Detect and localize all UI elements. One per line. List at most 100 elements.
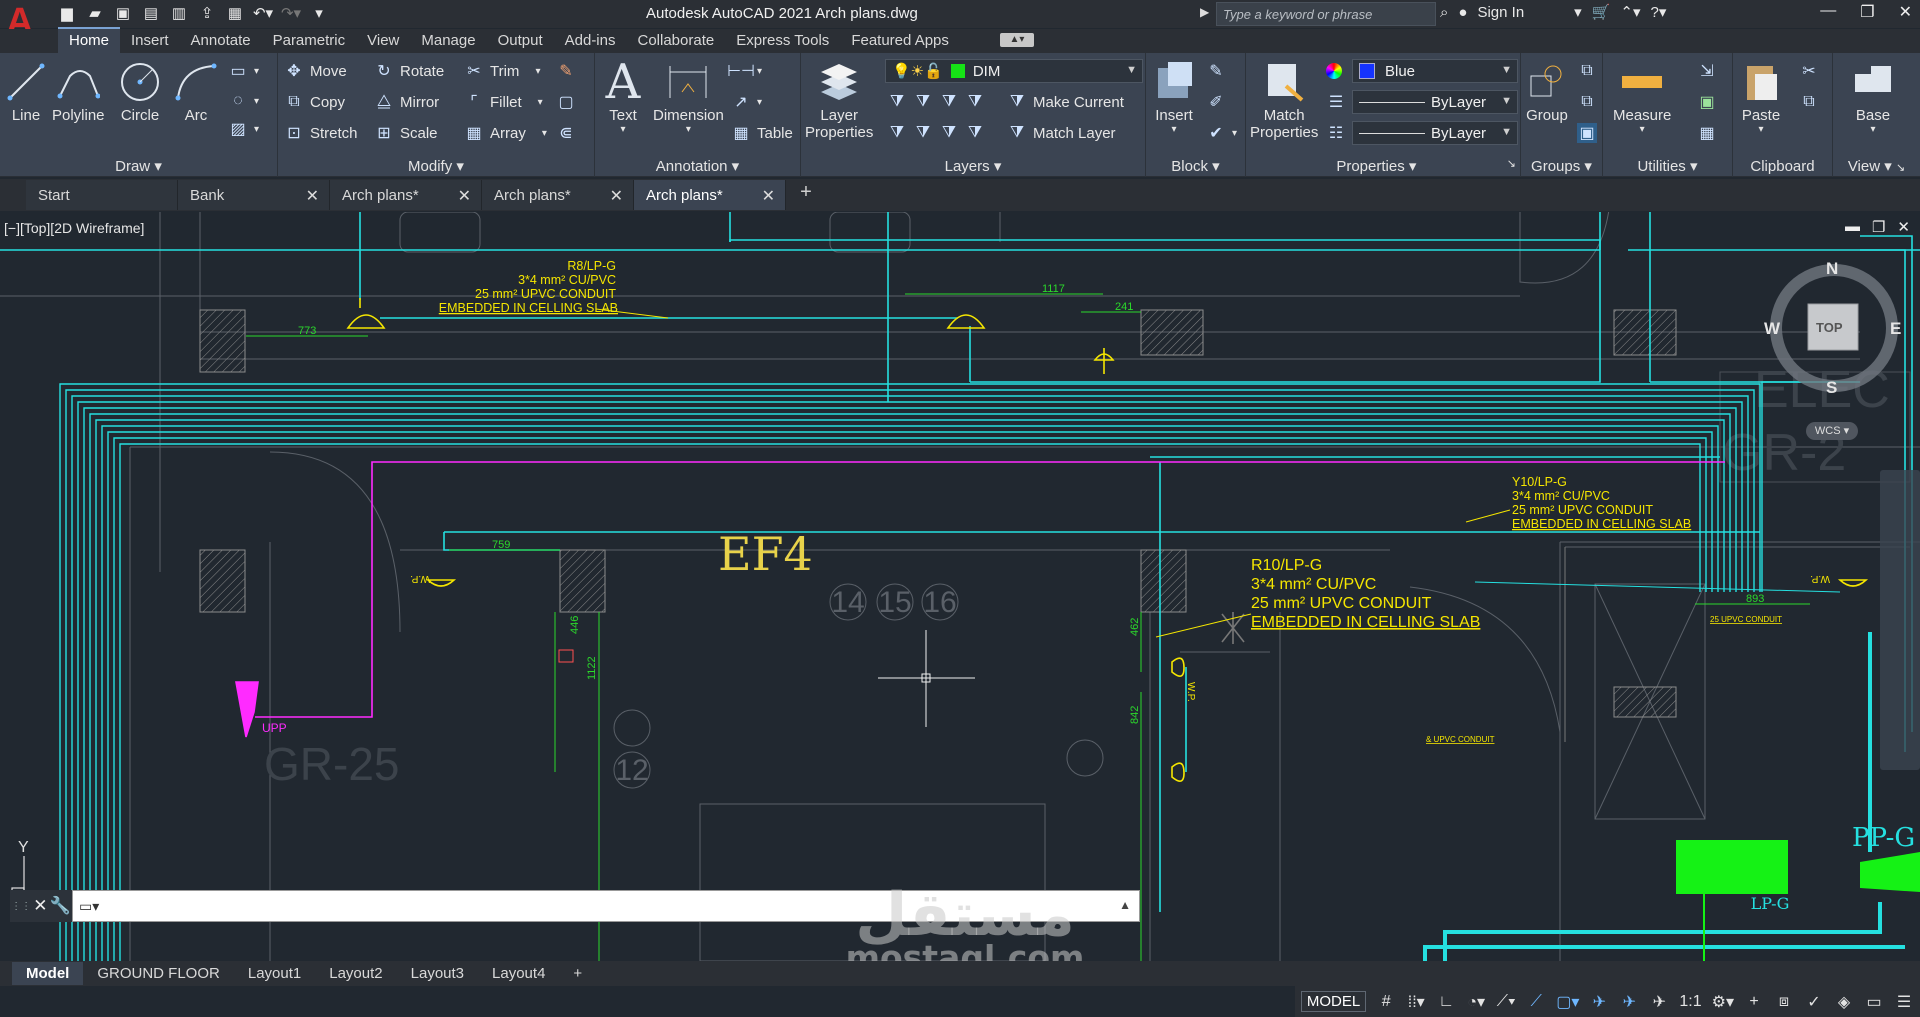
viewport-close-icon[interactable]: ✕ bbox=[1897, 218, 1910, 236]
calculator-icon[interactable]: ▦ bbox=[1697, 121, 1717, 145]
tab-collaborate[interactable]: Collaborate bbox=[626, 29, 725, 53]
web-open-icon[interactable]: ▥ bbox=[168, 3, 190, 23]
ribbon-minimize-icon[interactable]: ▲▾ bbox=[1000, 33, 1034, 47]
line-button[interactable]: Line bbox=[2, 57, 50, 124]
doc-tab-arch-plans-2[interactable]: Arch plans* ✕ bbox=[482, 180, 634, 210]
color-dropdown[interactable]: Blue ▼ bbox=[1352, 59, 1518, 83]
open-icon[interactable]: ▰ bbox=[84, 3, 106, 23]
group-edit-icon[interactable]: ⧉ bbox=[1577, 90, 1597, 114]
tab-home[interactable]: Home bbox=[58, 27, 121, 53]
select-all-icon[interactable]: ▣ bbox=[1697, 90, 1717, 114]
insert-button[interactable]: Insert ▾ bbox=[1150, 57, 1198, 135]
paste-button[interactable]: Paste ▾ bbox=[1737, 57, 1785, 135]
search-icon[interactable]: ⌕ bbox=[1440, 4, 1448, 21]
tab-featured-apps[interactable]: Featured Apps bbox=[840, 29, 960, 53]
ortho-icon[interactable]: ∟ bbox=[1436, 990, 1456, 1014]
layout-tab-layout1[interactable]: Layout1 bbox=[234, 962, 315, 985]
autodesk-app-icon[interactable]: ⌃▾ bbox=[1620, 3, 1640, 21]
tab-add-ins[interactable]: Add-ins bbox=[554, 29, 627, 53]
array-button[interactable]: ▦ Array ▾ bbox=[464, 121, 546, 145]
tab-output[interactable]: Output bbox=[487, 29, 554, 53]
isodraft-icon[interactable]: ⟋▾ bbox=[1496, 990, 1516, 1014]
quick-select-icon[interactable]: ⇲ bbox=[1697, 59, 1717, 83]
color-wheel-icon[interactable] bbox=[1326, 59, 1342, 83]
panel-groups-title[interactable]: Groups ▾ bbox=[1521, 157, 1602, 175]
snap-icon[interactable]: ⁞⁞▾ bbox=[1406, 990, 1426, 1014]
copy-button[interactable]: ⧉ Copy bbox=[284, 90, 345, 114]
layer-tools-row2-icon[interactable]: ⧩ ⧩ ⧩ ⧩ bbox=[887, 121, 985, 145]
close-tab-icon[interactable]: ✕ bbox=[762, 186, 775, 206]
close-tab-icon[interactable]: ✕ bbox=[306, 186, 319, 206]
tab-annotate[interactable]: Annotate bbox=[180, 29, 262, 53]
isolate-icon[interactable]: ◈ bbox=[1834, 990, 1854, 1014]
tab-parametric[interactable]: Parametric bbox=[262, 29, 357, 53]
panel-clipboard-title[interactable]: Clipboard bbox=[1733, 158, 1832, 175]
auto-scale-icon[interactable]: ✈ bbox=[1619, 990, 1639, 1014]
user-icon[interactable]: ● bbox=[1458, 4, 1467, 21]
tab-manage[interactable]: Manage bbox=[410, 29, 486, 53]
rectangle-icon[interactable]: ▭ ▾ bbox=[228, 59, 259, 83]
table-button[interactable]: ▦ Table bbox=[731, 121, 792, 145]
panel-utilities-title[interactable]: Utilities ▾ bbox=[1603, 157, 1732, 175]
publish-icon[interactable]: ⇪ bbox=[196, 3, 218, 23]
wcs-menu[interactable]: WCS ▾ bbox=[1806, 422, 1858, 440]
sign-in-dropdown-icon[interactable]: ▾ bbox=[1574, 3, 1582, 21]
viewport-restore-icon[interactable]: ❐ bbox=[1872, 218, 1885, 236]
command-close-icon[interactable]: ✕ bbox=[33, 896, 47, 916]
make-current-button[interactable]: ⧩ Make Current bbox=[1007, 90, 1124, 114]
doc-tab-arch-plans-1[interactable]: Arch plans* ✕ bbox=[330, 180, 482, 210]
copy-clip-icon[interactable]: ⧉ bbox=[1799, 90, 1819, 114]
linetype-icon[interactable]: ☷ bbox=[1326, 121, 1346, 145]
annotation-scale-value[interactable]: 1:1 bbox=[1679, 990, 1701, 1014]
panel-view-title[interactable]: View ▾ ↘ bbox=[1833, 157, 1920, 175]
saveas-icon[interactable]: ▤ bbox=[140, 3, 162, 23]
layout-tab-ground-floor[interactable]: GROUND FLOOR bbox=[83, 962, 234, 985]
clean-screen-icon[interactable]: ▭ bbox=[1864, 990, 1884, 1014]
tab-insert[interactable]: Insert bbox=[120, 29, 180, 53]
close-icon[interactable]: ✕ bbox=[1899, 2, 1912, 22]
plot-icon[interactable]: ▦ bbox=[224, 3, 246, 23]
customize-status-icon[interactable]: ☰ bbox=[1894, 990, 1914, 1014]
command-prompt-icon[interactable]: ▭▾ bbox=[79, 898, 99, 915]
units-icon[interactable]: ⧈ bbox=[1774, 990, 1794, 1014]
ungroup-icon[interactable]: ⧉ bbox=[1577, 59, 1597, 83]
quick-properties-icon[interactable]: ✓ bbox=[1804, 990, 1824, 1014]
group-select-icon[interactable]: ▣ bbox=[1577, 121, 1597, 145]
viewcube-east[interactable]: E bbox=[1890, 319, 1901, 339]
panel-block-title[interactable]: Block ▾ bbox=[1146, 157, 1245, 175]
close-tab-icon[interactable]: ✕ bbox=[458, 186, 471, 206]
command-drag-handle-icon[interactable]: ⋮⋮ bbox=[11, 901, 31, 912]
circle-button[interactable]: Circle bbox=[116, 57, 164, 124]
erase-icon[interactable]: ✎ bbox=[556, 59, 576, 83]
layer-tools-row1-icon[interactable]: ⧩ ⧩ ⧩ ⧩ bbox=[887, 90, 985, 114]
mirror-button[interactable]: ⧋ Mirror bbox=[374, 90, 439, 114]
panel-annotation-title[interactable]: Annotation ▾ bbox=[595, 157, 800, 175]
annotation-monitor-icon[interactable]: + bbox=[1744, 990, 1764, 1014]
stretch-button[interactable]: ⊡ Stretch bbox=[284, 121, 357, 145]
command-history-icon[interactable]: ▲ bbox=[1119, 898, 1131, 912]
doc-tab-arch-plans-active[interactable]: Arch plans* ✕ bbox=[634, 180, 786, 210]
close-tab-icon[interactable]: ✕ bbox=[610, 186, 623, 206]
new-tab-icon[interactable]: + bbox=[786, 179, 826, 209]
doc-tab-start[interactable]: Start bbox=[26, 180, 178, 210]
rotate-button[interactable]: ↻ Rotate bbox=[374, 59, 444, 83]
panel-draw-title[interactable]: Draw ▾ bbox=[0, 157, 277, 175]
base-button[interactable]: Base ▾ bbox=[1849, 57, 1897, 135]
linetype-dropdown[interactable]: ByLayer ▼ bbox=[1352, 90, 1518, 114]
scale-button[interactable]: ⊞ Scale bbox=[374, 121, 437, 145]
drawing-canvas[interactable]: 14 15 16 12 ELEC GR-2 GR-25 773 1117 241… bbox=[0, 212, 1920, 961]
lineweight-dropdown[interactable]: ByLayer ▼ bbox=[1352, 121, 1518, 145]
layout-tab-layout2[interactable]: Layout2 bbox=[315, 962, 396, 985]
layer-properties-button[interactable]: Layer Properties bbox=[805, 57, 873, 141]
object-snap-tracking-icon[interactable]: ⟋ bbox=[1526, 990, 1546, 1014]
cut-icon[interactable]: ✂ bbox=[1799, 59, 1819, 83]
explode-icon[interactable]: ▢ bbox=[556, 90, 576, 114]
command-customize-icon[interactable]: 🔧 bbox=[50, 896, 71, 916]
offset-icon[interactable]: ⋐ bbox=[556, 121, 576, 145]
panel-layers-title[interactable]: Layers ▾ bbox=[801, 157, 1145, 175]
object-snap-icon[interactable]: ▢▾ bbox=[1556, 990, 1579, 1014]
expand-search-icon[interactable]: ▶ bbox=[1200, 5, 1209, 19]
viewcube-south[interactable]: S bbox=[1826, 378, 1837, 398]
sign-in-button[interactable]: Sign In bbox=[1477, 4, 1524, 21]
drawing-svg[interactable]: 14 15 16 12 ELEC GR-2 GR-25 773 1117 241… bbox=[0, 212, 1920, 961]
